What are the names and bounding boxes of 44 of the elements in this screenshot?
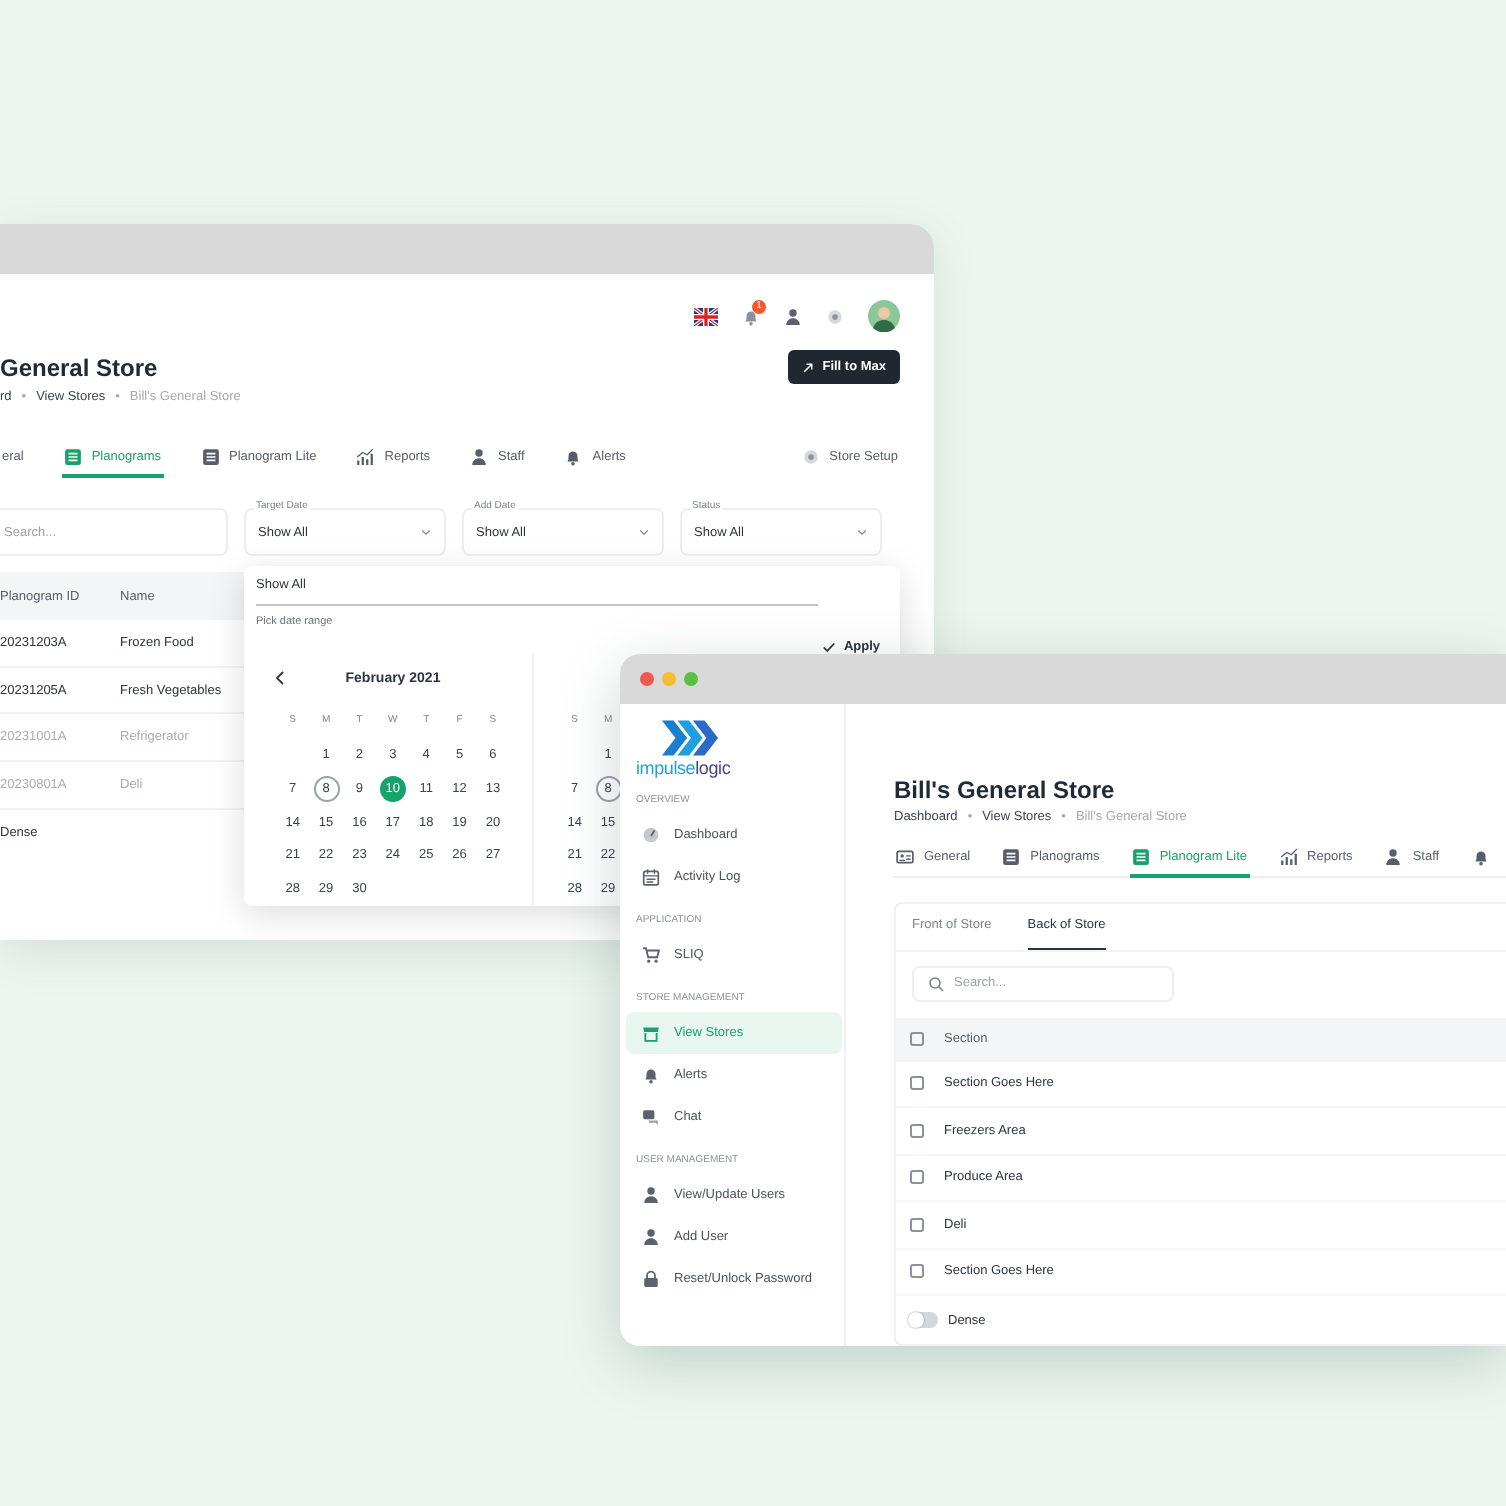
chevron-down-icon [856, 526, 868, 538]
page-title: General Store [0, 353, 158, 381]
bell-icon [1471, 847, 1490, 866]
checkbox[interactable] [910, 1076, 924, 1091]
person-icon [642, 1186, 660, 1204]
chat-icon [642, 1108, 660, 1126]
person-icon [642, 1228, 660, 1246]
expand-icon [802, 361, 815, 373]
check-icon [821, 640, 836, 654]
chevron-down-icon [420, 526, 432, 538]
person-icon[interactable] [784, 307, 802, 325]
person-icon [1384, 847, 1403, 866]
awning-icon [642, 1024, 660, 1042]
settings-icon[interactable] [826, 307, 844, 325]
chart-icon [1279, 847, 1298, 866]
checkbox[interactable] [910, 1170, 924, 1185]
id-card-icon [896, 847, 914, 866]
calendar-icon [642, 868, 660, 886]
bell-icon [642, 1066, 660, 1084]
avatar-icon[interactable] [868, 300, 900, 332]
list-icon [201, 447, 220, 465]
chevron-down-icon [638, 526, 650, 538]
list-icon [63, 447, 82, 465]
bell-icon [564, 447, 583, 465]
person-icon [470, 447, 489, 465]
cart-icon [642, 946, 660, 964]
logo-text: impulselogic [636, 758, 731, 778]
chart-icon [356, 447, 375, 465]
search-icon [928, 975, 944, 991]
checkbox[interactable] [910, 1217, 924, 1232]
chevrons-icon [660, 718, 720, 758]
gauge-icon [642, 826, 660, 844]
checkbox[interactable] [910, 1123, 924, 1138]
lock-icon [642, 1270, 660, 1288]
bell-icon[interactable] [742, 307, 760, 325]
settings-icon [801, 447, 820, 465]
chevron-left-icon[interactable] [272, 670, 288, 686]
checkbox[interactable] [910, 1264, 924, 1279]
flag-icon[interactable] [694, 307, 718, 325]
list-icon [1131, 847, 1150, 866]
list-icon [1002, 847, 1021, 866]
page-title: Bill's General Store [894, 776, 1117, 804]
dense-toggle[interactable] [908, 1312, 938, 1328]
checkbox[interactable] [910, 1032, 924, 1046]
